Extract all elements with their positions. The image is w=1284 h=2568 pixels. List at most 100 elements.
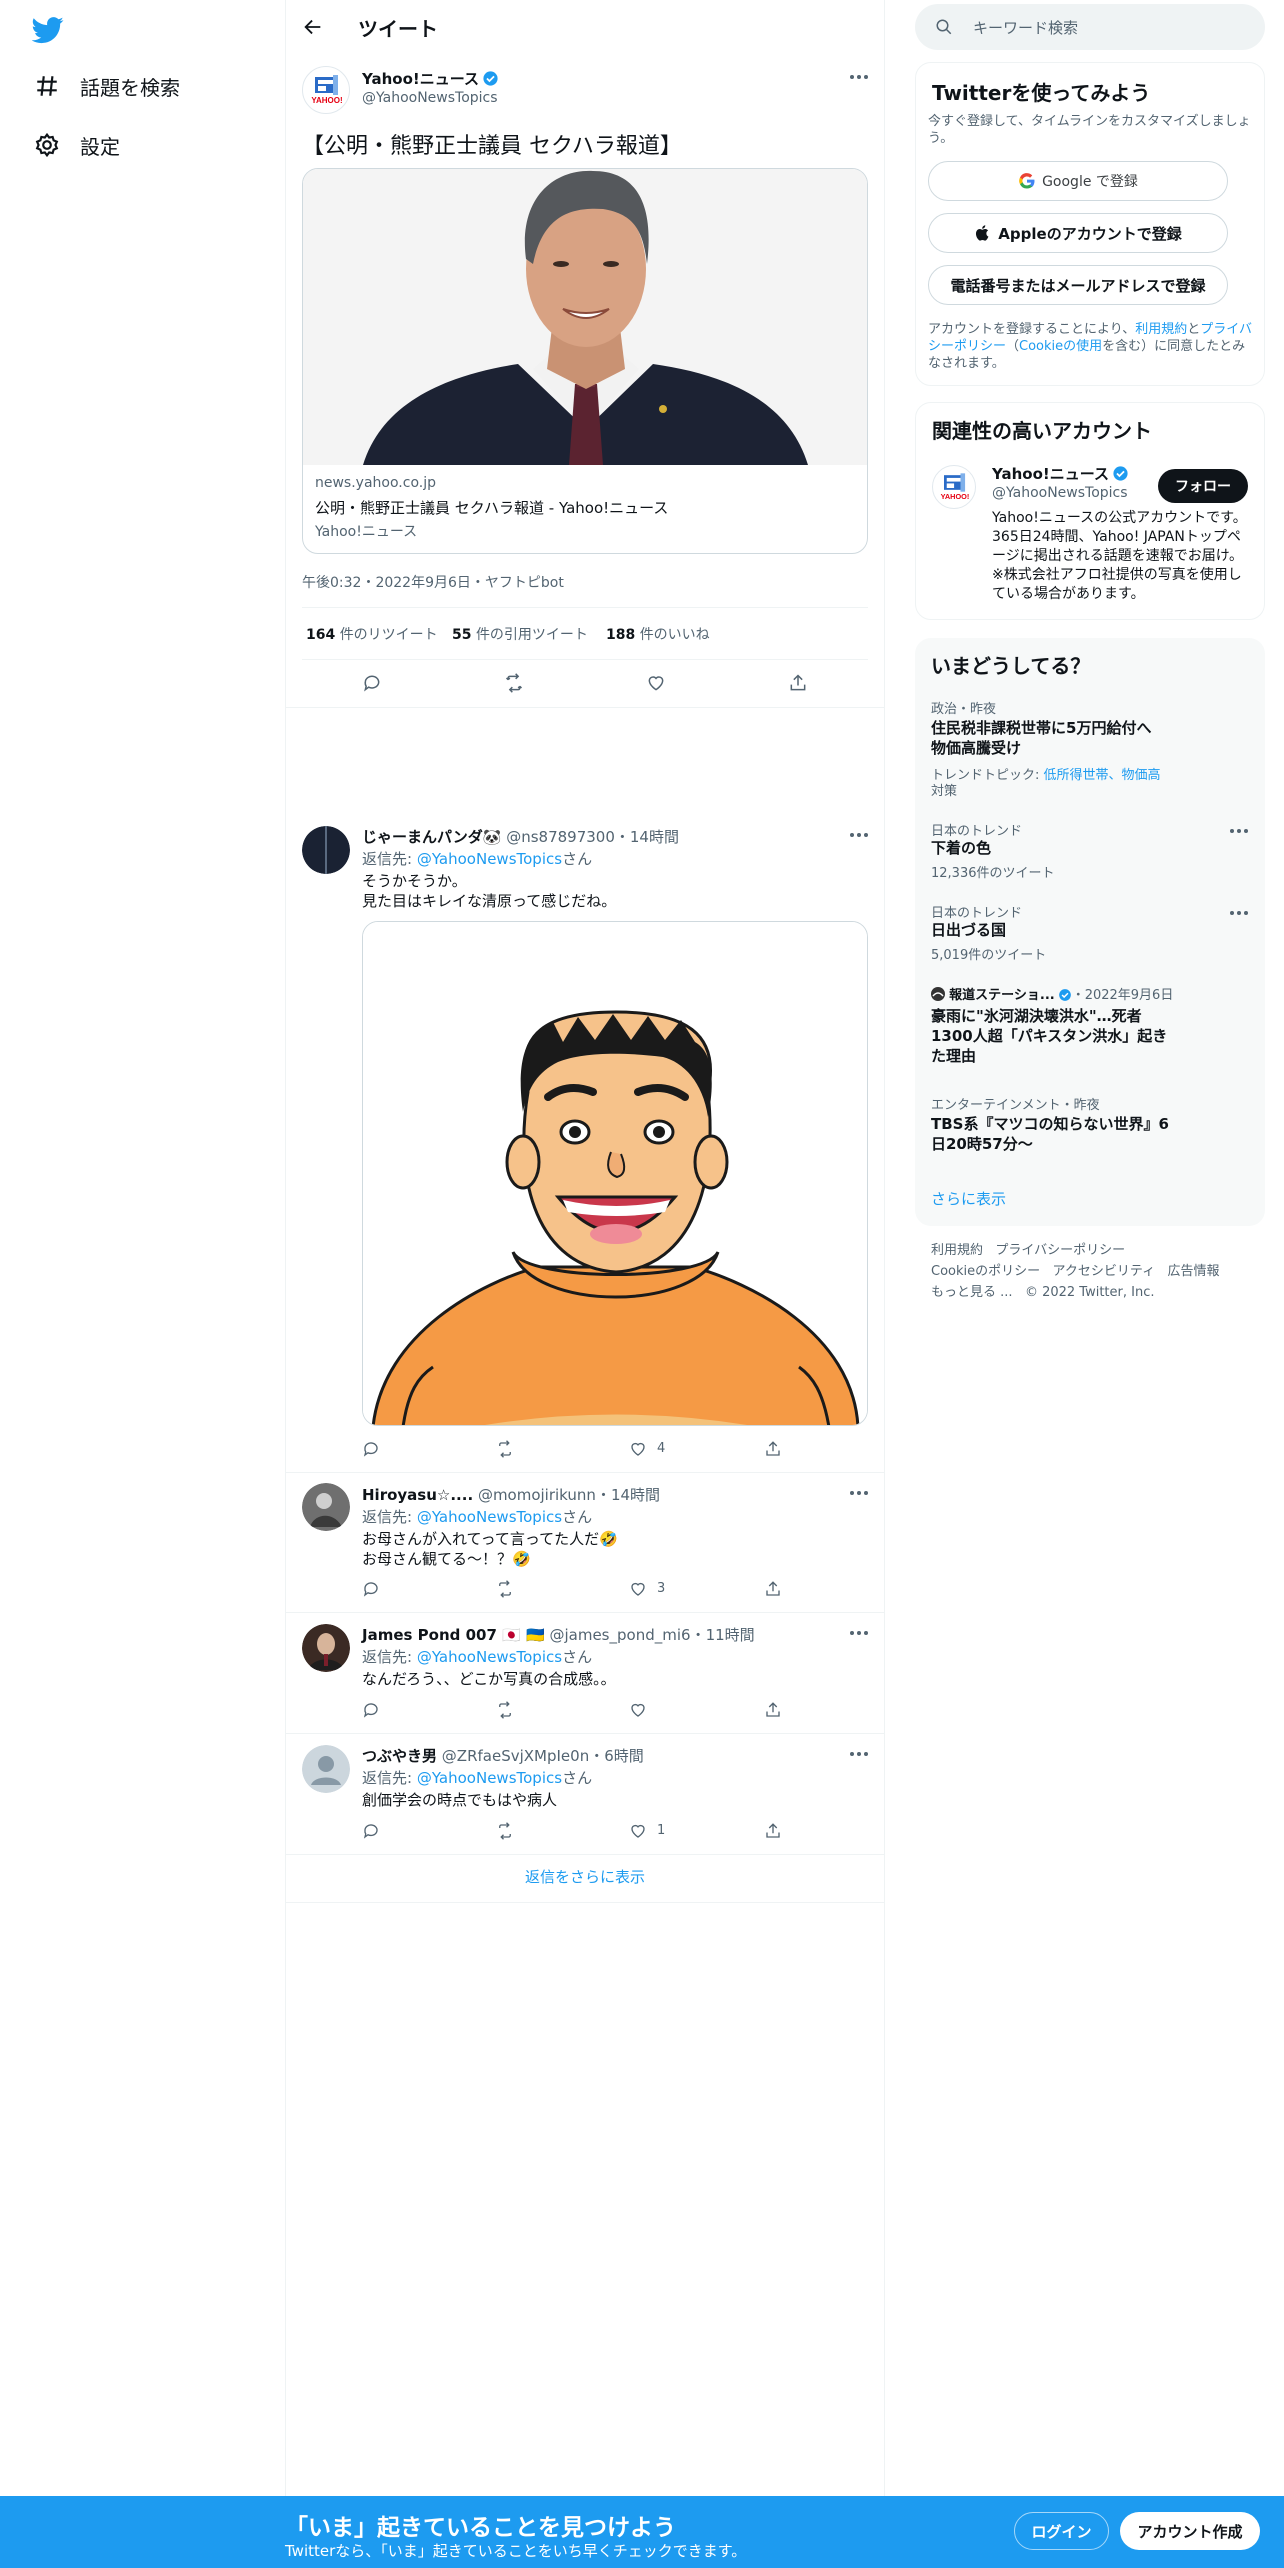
share-icon[interactable]	[764, 1440, 782, 1458]
avatar[interactable]: YAHOO!	[302, 66, 350, 114]
retweet-icon[interactable]	[496, 1440, 514, 1458]
avatar[interactable]: YAHOO!	[932, 465, 976, 509]
tweet-timestamp[interactable]: 午後0:32・2022年9月6日・ヤフトピbot	[302, 572, 564, 592]
yahoo-news-logo-icon: YAHOO!	[941, 473, 969, 501]
reply-author-handle[interactable]: @ns87897300	[506, 828, 615, 846]
reply-header: Hiroyasu☆.... @momojirikunn・14時間	[362, 1484, 660, 1505]
nav-explore[interactable]: 話題を検索	[34, 66, 180, 106]
divider	[286, 1472, 884, 1473]
related-account-name: Yahoo!ニュース	[992, 465, 1109, 483]
show-more-trends-link[interactable]: さらに表示	[931, 1188, 1006, 1209]
retweet-icon[interactable]	[496, 1701, 514, 1719]
card-source: Yahoo!ニュース	[315, 524, 418, 540]
reply-icon[interactable]	[362, 1580, 380, 1598]
show-more-replies-link[interactable]: 返信をさらに表示	[286, 1866, 884, 1887]
footer-terms-link[interactable]: 利用規約	[931, 1243, 983, 1258]
default-avatar-icon[interactable]	[302, 1745, 350, 1793]
like-heart-icon[interactable]	[629, 1580, 647, 1598]
reply-to-mention[interactable]: @YahooNewsTopics	[417, 1508, 562, 1526]
reply-icon[interactable]	[362, 1822, 380, 1840]
like-heart-icon[interactable]	[629, 1701, 647, 1719]
reply-time[interactable]: ・6時間	[589, 1747, 644, 1765]
reply-to-mention[interactable]: @YahooNewsTopics	[417, 1648, 562, 1666]
reply-time[interactable]: ・14時間	[596, 1486, 660, 1504]
more-options-icon[interactable]	[1229, 828, 1249, 834]
reply-to-mention[interactable]: @YahooNewsTopics	[417, 850, 562, 868]
share-icon[interactable]	[764, 1701, 782, 1719]
footer-more-link[interactable]: もっと見る ...	[931, 1285, 1013, 1300]
news-source-avatar-icon	[931, 987, 945, 1001]
more-options-icon[interactable]	[849, 832, 869, 838]
create-account-button[interactable]: アカウント作成	[1120, 2512, 1260, 2550]
more-options-icon[interactable]	[849, 1630, 869, 1636]
reply-author-handle[interactable]: @ZRfaeSvjXMpIe0n	[442, 1747, 589, 1765]
cookie-link[interactable]: Cookieの使用	[1019, 339, 1102, 354]
reply-to-mention[interactable]: @YahooNewsTopics	[417, 1769, 562, 1787]
bottom-bar-headline: 「いま」起きていることを見つけよう	[285, 2515, 676, 2541]
apple-signup-label: Appleのアカウントで登録	[998, 224, 1182, 243]
retweet-stats[interactable]: 164 件のリツイート	[306, 624, 438, 644]
reply-to-line: 返信先: @YahooNewsTopicsさん	[362, 1506, 592, 1527]
more-options-icon[interactable]	[1229, 910, 1249, 916]
follow-button[interactable]: フォロー	[1158, 469, 1248, 503]
signup-subtitle: 今すぐ登録して、タイムラインをカスタマイズしましょう。	[928, 114, 1251, 146]
retweet-icon[interactable]	[504, 673, 524, 693]
divider	[286, 1902, 884, 1903]
reply-author-name[interactable]: じゃーまんパンダ🐼	[362, 828, 501, 846]
google-signup-button[interactable]: Google で登録	[928, 161, 1228, 201]
nav-settings[interactable]: 設定	[34, 125, 120, 165]
reply-icon[interactable]	[362, 1440, 380, 1458]
footer-cookie-link[interactable]: Cookieのポリシー	[931, 1264, 1040, 1279]
share-icon[interactable]	[764, 1822, 782, 1840]
apple-signup-button[interactable]: Appleのアカウントで登録	[928, 213, 1228, 253]
footer-privacy-link[interactable]: プライバシーポリシー	[995, 1243, 1125, 1258]
reply-icon[interactable]	[362, 673, 382, 693]
reply-author-name[interactable]: Hiroyasu☆....	[362, 1486, 473, 1504]
avatar[interactable]	[302, 1624, 350, 1672]
reply-author-handle[interactable]: @momojirikunn	[478, 1486, 596, 1504]
trend-topic-link[interactable]: 低所得世帯、物価高	[1044, 768, 1161, 783]
reply-time[interactable]: ・11時間	[691, 1626, 755, 1644]
reply-time[interactable]: ・14時間	[615, 828, 679, 846]
reply-author-name[interactable]: つぶやき男	[362, 1747, 437, 1765]
search-input[interactable]: キーワード検索	[973, 17, 1078, 38]
quote-stats[interactable]: 55 件の引用ツイート	[452, 624, 588, 644]
more-options-icon[interactable]	[849, 1490, 869, 1496]
reply-to-suffix: さん	[562, 850, 593, 868]
reply-icon[interactable]	[362, 1701, 380, 1719]
share-icon[interactable]	[788, 673, 808, 693]
like-heart-icon[interactable]	[646, 673, 666, 693]
like-heart-icon[interactable]	[629, 1822, 647, 1840]
like-count: 1	[657, 1823, 666, 1838]
footer-accessibility-link[interactable]: アクセシビリティ	[1053, 1264, 1156, 1279]
trend-context: 日本のトレンド	[931, 824, 1023, 839]
trend-topic-link[interactable]: 対策	[931, 780, 957, 799]
back-arrow-icon[interactable]	[302, 16, 324, 38]
avatar[interactable]	[302, 826, 350, 874]
author-block[interactable]: Yahoo!ニュース	[362, 68, 499, 89]
related-account-handle[interactable]: @YahooNewsTopics	[992, 485, 1128, 501]
trend-count: 5,019件のツイート	[931, 948, 1047, 963]
like-heart-icon[interactable]	[629, 1440, 647, 1458]
reply-author-name[interactable]: James Pond 007 🇯🇵 🇺🇦	[362, 1626, 545, 1644]
retweet-icon[interactable]	[496, 1580, 514, 1598]
like-stats[interactable]: 188 件のいいね	[606, 624, 710, 644]
more-options-icon[interactable]	[849, 1751, 869, 1757]
retweet-icon[interactable]	[496, 1822, 514, 1840]
terms-link[interactable]: 利用規約	[1135, 322, 1187, 337]
more-options-icon[interactable]	[849, 74, 869, 80]
avatar[interactable]	[302, 1483, 350, 1531]
search-box[interactable]: キーワード検索	[915, 4, 1265, 50]
tweet-column: ツイート YAHOO! Yahoo!ニュース @YahooNewsTopics …	[285, 0, 885, 2500]
footer-ads-link[interactable]: 広告情報	[1168, 1264, 1220, 1279]
twitter-logo-icon[interactable]	[32, 14, 64, 46]
link-card[interactable]: news.yahoo.co.jp 公明・熊野正士議員 セクハラ報道 - Yaho…	[302, 168, 868, 554]
related-name-row[interactable]: Yahoo!ニュース	[992, 463, 1129, 484]
share-icon[interactable]	[764, 1580, 782, 1598]
login-button[interactable]: ログイン	[1014, 2512, 1109, 2550]
reply-image[interactable]	[362, 921, 868, 1426]
reply-text: そうかそうか。	[362, 872, 467, 890]
reply-author-handle[interactable]: @james_pond_mi6	[549, 1626, 690, 1644]
author-handle[interactable]: @YahooNewsTopics	[362, 90, 498, 106]
phone-email-signup-button[interactable]: 電話番号またはメールアドレスで登録	[928, 265, 1228, 305]
